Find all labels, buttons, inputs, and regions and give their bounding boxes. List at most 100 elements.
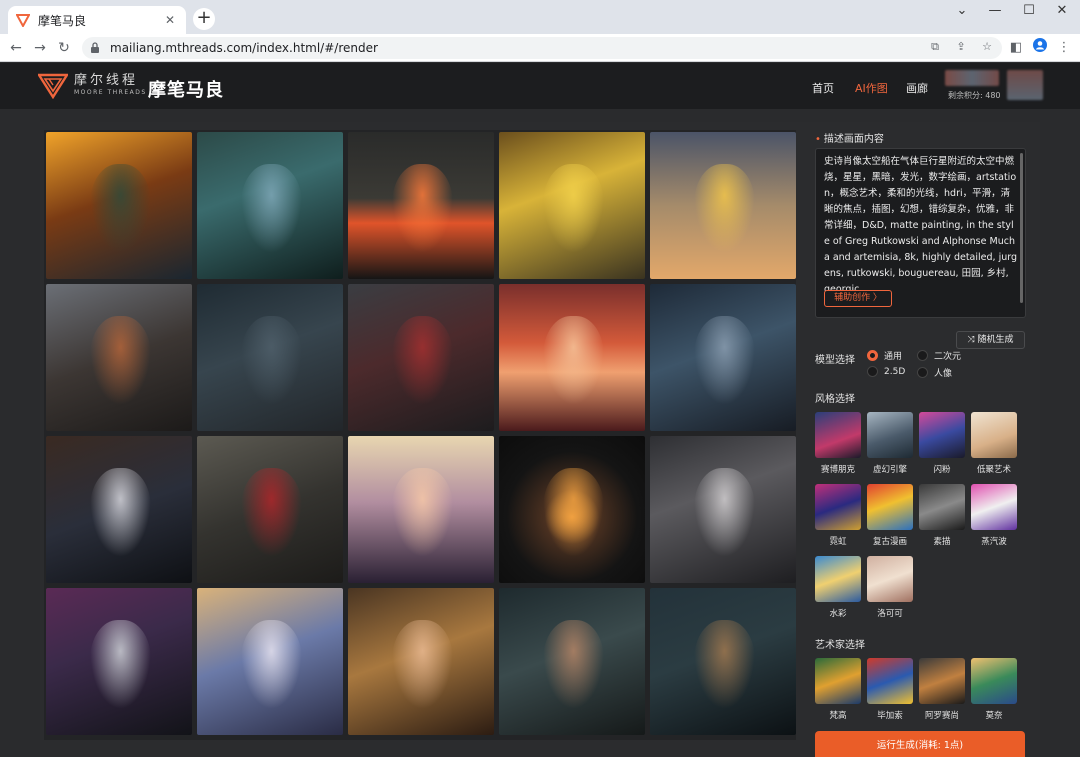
radio-selected-icon xyxy=(867,350,878,361)
gallery-image-space-woman[interactable] xyxy=(650,284,796,431)
moore-threads-favicon-icon xyxy=(16,13,30,27)
run-generate-button[interactable]: 运行生成(消耗: 1点) xyxy=(815,731,1025,757)
minimize-icon[interactable]: — xyxy=(978,0,1012,24)
gallery-image-book-girl[interactable] xyxy=(348,588,494,735)
gallery-image-beanie-girl[interactable] xyxy=(197,284,343,431)
style-item[interactable]: 赛博朋克 xyxy=(815,412,861,484)
gallery-image-raccoon[interactable] xyxy=(46,436,192,583)
style-label: 洛可可 xyxy=(877,609,903,619)
gallery-image-deer-girl[interactable] xyxy=(46,284,192,431)
profile-icon[interactable] xyxy=(1030,38,1050,58)
style-item[interactable]: 蒸汽波 xyxy=(971,484,1017,556)
browser-menu-icon[interactable]: ⋮ xyxy=(1054,38,1074,58)
gallery-image-burning-city[interactable] xyxy=(348,132,494,279)
gallery-image-armored-cat[interactable] xyxy=(197,436,343,583)
style-item[interactable]: 低聚艺术 xyxy=(971,412,1017,484)
style-label: 水彩 xyxy=(829,609,847,619)
style-item[interactable]: 复古漫画 xyxy=(867,484,913,556)
gallery-image-spaceship-lady[interactable] xyxy=(46,132,192,279)
image-subject xyxy=(391,164,454,253)
model-option-general[interactable]: 通用 xyxy=(867,349,902,362)
radio-icon xyxy=(867,366,878,377)
style-item[interactable]: 虚幻引擎 xyxy=(867,412,913,484)
artist-item[interactable]: 阿罗赛尚 xyxy=(919,658,965,726)
gallery-image-portal-dial[interactable] xyxy=(499,436,645,583)
artist-thumbnail xyxy=(919,658,965,704)
artist-grid: 梵高 毕加索 阿罗赛尚 莫奈 xyxy=(815,658,1017,726)
reload-icon[interactable]: ↻ xyxy=(54,38,74,58)
model-option-anime[interactable]: 二次元 xyxy=(917,349,961,362)
style-thumbnail xyxy=(971,484,1017,530)
style-label: 复古漫画 xyxy=(872,537,907,547)
model-option-2-5d[interactable]: 2.5D xyxy=(867,366,905,377)
browser-toolbar: ← → ↻ mailiang.mthreads.com/index.html/#… xyxy=(0,34,1080,62)
gallery-image-cat-ear-girl[interactable] xyxy=(650,588,796,735)
artist-label: 毕加索 xyxy=(877,711,903,721)
artist-item[interactable]: 梵高 xyxy=(815,658,861,726)
model-option-portrait[interactable]: 人像 xyxy=(917,366,952,379)
style-item[interactable]: 水彩 xyxy=(815,556,861,628)
style-label: 赛博朋克 xyxy=(820,465,855,475)
lock-icon[interactable] xyxy=(90,42,102,54)
image-subject xyxy=(240,316,303,405)
gallery-image-hourglass[interactable] xyxy=(348,436,494,583)
style-item[interactable]: 洛可可 xyxy=(867,556,913,628)
app-header: 摩尔线程 MOORE THREADS 摩笔马良 首页 AI作图 画廊 xyxy=(0,63,1080,109)
bookmark-star-icon[interactable]: ☆ xyxy=(980,40,994,54)
style-item[interactable]: 霓虹 xyxy=(815,484,861,556)
username-blurred[interactable] xyxy=(945,70,999,86)
artist-thumbnail xyxy=(815,658,861,704)
share-icon[interactable]: ⇪ xyxy=(954,40,968,54)
image-subject xyxy=(693,316,756,405)
style-item[interactable]: 闪粉 xyxy=(919,412,965,484)
image-subject xyxy=(693,164,756,253)
address-bar[interactable]: mailiang.mthreads.com/index.html/#/rende… xyxy=(82,37,1002,59)
gallery-image-bearded-man[interactable] xyxy=(499,588,645,735)
image-subject xyxy=(240,468,303,557)
image-subject xyxy=(542,316,605,405)
artist-item[interactable]: 毕加索 xyxy=(867,658,913,726)
random-generate-button[interactable]: ⤨ 随机生成 xyxy=(956,331,1025,349)
new-tab-button[interactable]: + xyxy=(193,8,215,30)
style-item[interactable]: 素描 xyxy=(919,484,965,556)
style-label: 素描 xyxy=(933,537,951,547)
gallery-image-silver-hair-knight[interactable] xyxy=(650,436,796,583)
forward-arrow-icon[interactable]: → xyxy=(30,38,50,58)
gallery-image-red-armor-hero[interactable] xyxy=(348,284,494,431)
settings-panel: • 描述画面内容 史诗肖像太空船在气体巨行星附近的太空中燃烧，星星，黑暗，发光，数… xyxy=(815,130,1040,757)
prompt-textarea[interactable]: 史诗肖像太空船在气体巨行星附近的太空中燃烧，星星，黑暗，发光，数字绘画，arts… xyxy=(815,148,1026,318)
tab-list-chevron-icon[interactable]: ⌄ xyxy=(945,0,979,24)
nav-home[interactable]: 首页 xyxy=(812,80,834,96)
translate-icon[interactable]: ⧉ xyxy=(928,40,942,54)
gallery-image-golden-tree[interactable] xyxy=(650,132,796,279)
sidebar-icon[interactable]: ◧ xyxy=(1006,38,1026,58)
gallery-image-silver-hair-man[interactable] xyxy=(46,588,192,735)
gallery-image-red-forest[interactable] xyxy=(499,284,645,431)
close-tab-icon[interactable]: ✕ xyxy=(162,12,178,28)
image-subject xyxy=(391,620,454,709)
prompt-scrollbar[interactable] xyxy=(1020,153,1023,303)
image-subject xyxy=(240,620,303,709)
gallery-image-yellow-robots[interactable] xyxy=(499,132,645,279)
image-subject xyxy=(89,164,152,253)
style-thumbnail xyxy=(867,556,913,602)
nav-gallery[interactable]: 画廊 xyxy=(906,80,928,96)
assist-create-button[interactable]: 辅助创作 〉 xyxy=(824,290,892,307)
style-thumbnail xyxy=(919,412,965,458)
moore-threads-logo[interactable]: 摩尔线程 MOORE THREADS xyxy=(38,73,147,99)
gallery-image-window-elf[interactable] xyxy=(197,588,343,735)
image-subject xyxy=(240,164,303,253)
gallery-image-blue-hair-elf[interactable] xyxy=(197,132,343,279)
artist-thumbnail xyxy=(971,658,1017,704)
browser-tab[interactable]: 摩笔马良 ✕ xyxy=(8,6,186,34)
nav-ai-draw[interactable]: AI作图 xyxy=(855,80,888,96)
maximize-icon[interactable]: ☐ xyxy=(1012,0,1046,24)
style-label: 闪粉 xyxy=(933,465,951,475)
style-thumbnail xyxy=(815,484,861,530)
avatar[interactable] xyxy=(1007,70,1043,100)
back-arrow-icon[interactable]: ← xyxy=(6,38,26,58)
artist-item[interactable]: 莫奈 xyxy=(971,658,1017,726)
window-close-icon[interactable]: ✕ xyxy=(1045,0,1079,24)
remaining-points: 剩余积分: 480 xyxy=(948,91,1001,100)
logo-en-text: MOORE THREADS xyxy=(74,89,147,96)
